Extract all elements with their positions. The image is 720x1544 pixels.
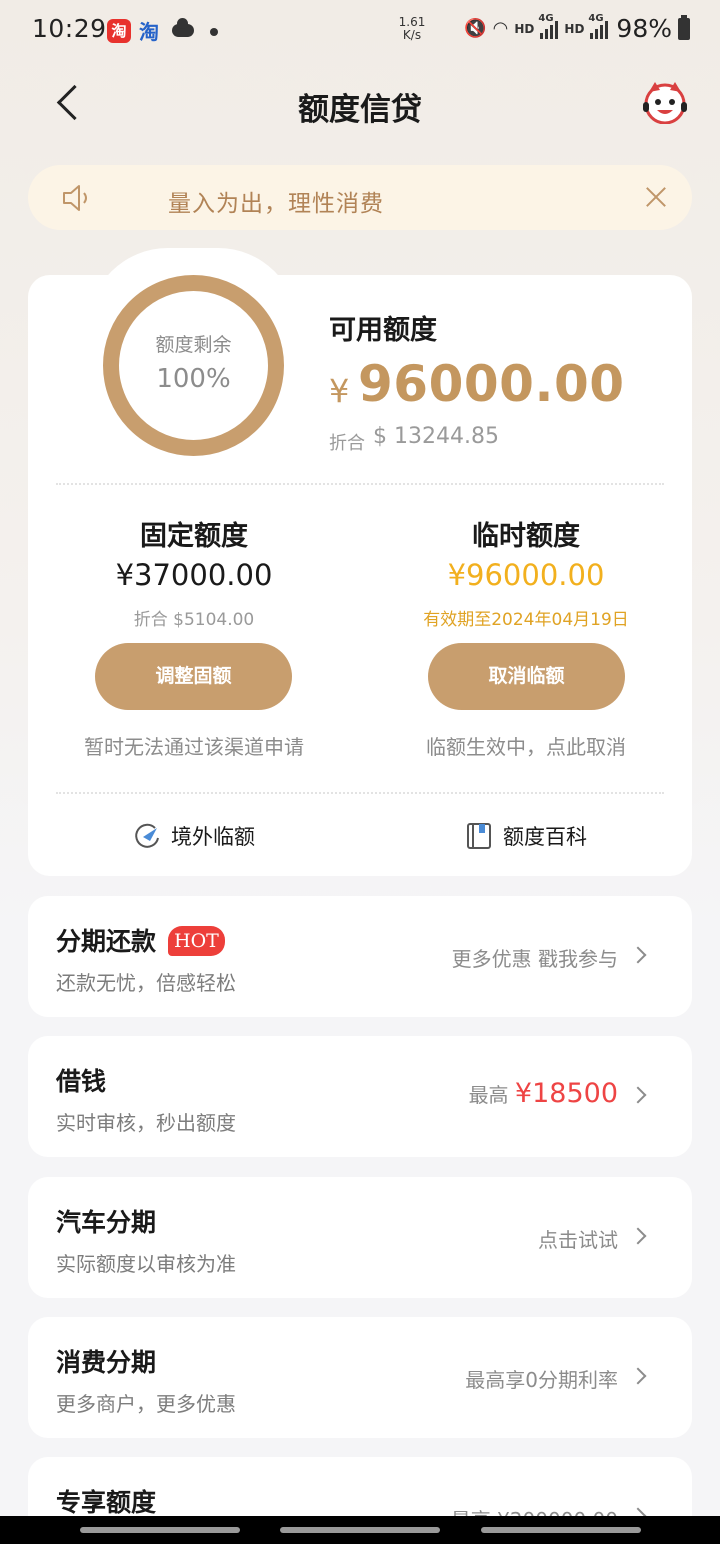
wifi-icon: ◠ bbox=[492, 18, 509, 39]
chevron-right-icon bbox=[629, 946, 647, 964]
fixed-title: 固定额度 bbox=[140, 521, 248, 552]
borrow-item[interactable]: 借钱 实时审核，秒出额度 最高 ¥18500 bbox=[28, 1036, 692, 1157]
notice-bar: 量入为出，理性消费 bbox=[28, 165, 692, 230]
temporary-validity: 有效期至2024年04月19日 bbox=[423, 610, 629, 630]
overseas-limit-label: 境外临额 bbox=[171, 825, 255, 849]
item-subtitle: 还款无忧，倍感轻松 bbox=[56, 971, 236, 995]
item-title: 借钱 bbox=[56, 1067, 107, 1096]
hd-badge-2: HD bbox=[564, 21, 585, 36]
notice-text: 量入为出，理性消费 bbox=[168, 191, 384, 217]
installment-repay-item[interactable]: 分期还款 HOT 还款无忧，倍感轻松 更多优惠 戳我参与 bbox=[28, 896, 692, 1017]
plane-clock-icon bbox=[133, 822, 161, 850]
nav-home-button[interactable] bbox=[280, 1527, 440, 1533]
battery-percent: 98% bbox=[616, 14, 672, 43]
cloud-icon bbox=[172, 18, 194, 37]
max-borrow-amount: ¥18500 bbox=[514, 1078, 618, 1109]
available-amount: 96000.00 bbox=[358, 355, 625, 413]
status-right-group: 🔇 ◠ HD 4G HD 4G 98% bbox=[464, 13, 690, 43]
close-icon[interactable] bbox=[641, 182, 671, 212]
temporary-note[interactable]: 临额生效中，点此取消 bbox=[366, 731, 686, 760]
car-installment-item[interactable]: 汽车分期 实际额度以审核为准 点击试试 bbox=[28, 1177, 692, 1298]
taobao-red-icon: 淘 bbox=[107, 19, 131, 43]
network-speed: 1.61 K/s bbox=[398, 15, 426, 42]
fixed-note: 暂时无法通过该渠道申请 bbox=[84, 735, 304, 759]
item-right-text: 最高 ¥18500 bbox=[468, 1078, 618, 1109]
ring-percent: 100% bbox=[156, 364, 231, 394]
overseas-limit-link[interactable]: 境外临额 bbox=[133, 821, 255, 851]
item-title: 分期还款 HOT bbox=[56, 922, 225, 958]
temporary-title: 临时额度 bbox=[472, 521, 580, 552]
assistant-avatar-icon[interactable] bbox=[641, 80, 689, 125]
converted-label: 折合 bbox=[329, 433, 365, 454]
item-right-text: 点击试试 bbox=[538, 1228, 618, 1252]
divider bbox=[56, 483, 664, 485]
fixed-amount: ¥37000.00 bbox=[115, 558, 273, 592]
converted-amount: $ 13244.85 bbox=[373, 424, 499, 449]
item-subtitle: 实际额度以审核为准 bbox=[56, 1252, 236, 1276]
battery-icon bbox=[678, 14, 690, 40]
nav-back-button[interactable] bbox=[481, 1527, 641, 1533]
ring-label: 额度剩余 bbox=[155, 334, 232, 356]
consumer-installment-item[interactable]: 消费分期 更多商户，更多优惠 最高享0分期利率 bbox=[28, 1317, 692, 1438]
chevron-right-icon bbox=[629, 1367, 647, 1385]
limit-encyclopedia-link[interactable]: 额度百科 bbox=[465, 821, 587, 851]
item-title: 消费分期 bbox=[56, 1348, 157, 1377]
hd-badge: HD bbox=[514, 21, 535, 36]
chevron-right-icon bbox=[629, 1086, 647, 1104]
status-time: 10:29 bbox=[32, 14, 107, 43]
limit-encyclopedia-label: 额度百科 bbox=[503, 825, 587, 849]
status-bar: 10:29 淘 淘 1.61 K/s 🔇 ◠ HD 4G HD 4G 98% bbox=[0, 0, 720, 62]
book-icon bbox=[465, 822, 493, 850]
item-title: 专享额度 bbox=[56, 1488, 157, 1517]
item-subtitle: 实时审核，秒出额度 bbox=[56, 1111, 236, 1135]
mute-icon: 🔇 bbox=[464, 18, 487, 39]
hot-badge: HOT bbox=[168, 926, 225, 956]
adjust-fixed-button[interactable]: 调整固额 bbox=[95, 643, 292, 710]
fixed-converted: 折合 $5104.00 bbox=[133, 610, 255, 630]
divider-2 bbox=[56, 792, 664, 794]
temporary-amount: ¥96000.00 bbox=[447, 558, 605, 592]
signal-icon: 4G bbox=[538, 13, 559, 39]
chevron-right-icon bbox=[629, 1227, 647, 1245]
page-title: 额度信贷 bbox=[298, 92, 422, 128]
item-title: 汽车分期 bbox=[56, 1208, 157, 1237]
item-right-text: 更多优惠 戳我参与 bbox=[451, 947, 618, 971]
signal-icon-2: 4G bbox=[588, 13, 609, 39]
system-nav-bar bbox=[0, 1516, 720, 1544]
nav-recent-button[interactable] bbox=[80, 1527, 240, 1533]
notification-dot-icon bbox=[210, 28, 218, 36]
available-currency: ¥ bbox=[329, 372, 350, 410]
speaker-icon bbox=[62, 184, 94, 212]
taobao-blue-icon: 淘 bbox=[139, 20, 159, 44]
item-right-text: 最高享0分期利率 bbox=[465, 1368, 618, 1392]
cancel-temporary-button[interactable]: 取消临额 bbox=[428, 643, 625, 710]
item-subtitle: 更多商户，更多优惠 bbox=[56, 1392, 236, 1416]
available-title: 可用额度 bbox=[329, 315, 437, 346]
